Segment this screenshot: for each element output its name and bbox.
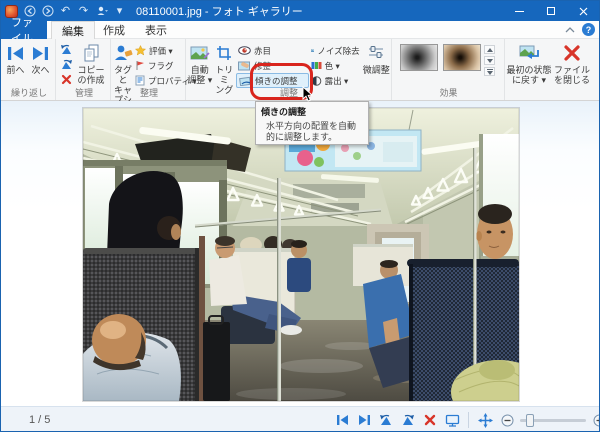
user-menu-icon[interactable]: [95, 5, 108, 18]
tab-view[interactable]: 表示: [135, 21, 177, 39]
auto-adjust-button[interactable]: 自動 調整 ▾: [187, 41, 213, 85]
crop-icon: [216, 41, 233, 65]
color-icon: [311, 61, 322, 70]
effect-blackwhite-thumbnail[interactable]: [400, 44, 438, 71]
effects-scroll-up-icon[interactable]: [484, 45, 495, 54]
status-delete-icon[interactable]: [421, 411, 439, 429]
status-rotate-right-icon[interactable]: [399, 411, 417, 429]
star-icon: [135, 45, 146, 56]
fit-to-window-icon[interactable]: [476, 411, 494, 429]
collapse-ribbon-icon[interactable]: [563, 23, 576, 36]
redo-icon[interactable]: ↷: [77, 5, 90, 18]
previous-button[interactable]: 前へ: [3, 41, 28, 75]
auto-adjust-icon: [190, 41, 210, 65]
rotate-right-icon[interactable]: [58, 57, 74, 72]
properties-icon: [135, 75, 145, 86]
ribbon-group-fileops: 最初の状態 に戻す ▾ ファイル を閉じる: [506, 39, 596, 100]
rotate-left-icon[interactable]: [58, 42, 74, 57]
photo-gallery-window: ↶ ↷ ▾ 08110001.jpg - フォト ギャラリー ファイル 編集 作…: [0, 0, 600, 432]
ribbon-tab-row: ファイル 編集 作成 表示 ?: [1, 21, 599, 39]
status-previous-icon[interactable]: [333, 411, 351, 429]
tab-create[interactable]: 作成: [93, 21, 135, 39]
retouch-icon: [238, 61, 251, 71]
zoom-in-icon[interactable]: [590, 411, 600, 429]
effects-scroll-down-icon[interactable]: [484, 56, 495, 65]
content-area: [1, 101, 599, 406]
flag-icon: [135, 60, 145, 71]
slideshow-icon[interactable]: [443, 411, 461, 429]
noise-removal-icon: [311, 46, 315, 55]
ribbon-group-organize: タグと キャプション ▾ 評価 ▾ フラグ プロパティ ▾: [113, 39, 186, 100]
page-indicator: 1 / 5: [29, 414, 50, 426]
tooltip-body: 水平方向の配置を自動的に調整します。: [256, 119, 362, 143]
effects-scroll: [484, 45, 495, 76]
quick-access-toolbar: ↶ ↷ ▾: [23, 5, 126, 18]
maximize-button[interactable]: [535, 1, 567, 21]
status-rotate-left-icon[interactable]: [377, 411, 395, 429]
make-copy-button[interactable]: コピー の作成: [74, 41, 108, 85]
tooltip-title: 傾きの調整: [256, 102, 368, 119]
photo-train-interior: [83, 108, 519, 401]
window-title: 08110001.jpg - フォト ギャラリー: [136, 3, 303, 19]
group-label-manage: 管理: [58, 86, 110, 99]
close-file-icon: [563, 41, 581, 65]
zoom-out-icon[interactable]: [498, 411, 516, 429]
undo-icon[interactable]: ↶: [59, 5, 72, 18]
ribbon-group-effects: 効果: [393, 39, 505, 100]
tooltip-straighten: 傾きの調整 水平方向の配置を自動的に調整します。: [255, 101, 369, 145]
help-icon[interactable]: ?: [582, 23, 595, 36]
noise-removal-button[interactable]: ノイズ除去: [309, 43, 362, 58]
close-file-button[interactable]: ファイル を閉じる: [552, 41, 592, 85]
copy-icon: [82, 41, 100, 65]
group-label-organize: 整理: [113, 86, 185, 99]
previous-icon: [6, 41, 25, 65]
red-eye-icon: [238, 46, 251, 55]
revert-icon: [518, 41, 540, 65]
ribbon-group-manage: コピー の作成 管理: [58, 39, 111, 100]
ribbon-group-repeat: 前へ 次へ 繰り返し: [3, 39, 56, 100]
close-button[interactable]: [567, 1, 599, 21]
customize-qat-icon[interactable]: ▾: [113, 5, 126, 18]
revert-original-button[interactable]: 最初の状態 に戻す ▾: [506, 41, 552, 85]
fine-tune-button[interactable]: 微調整: [362, 41, 391, 75]
red-eye-button[interactable]: 赤目: [236, 43, 309, 58]
status-next-icon[interactable]: [355, 411, 373, 429]
forward-icon[interactable]: [41, 5, 54, 18]
status-bar: 1 / 5: [1, 406, 599, 432]
zoom-slider[interactable]: [520, 419, 586, 422]
zoom-slider-thumb[interactable]: [526, 414, 534, 427]
group-label-repeat: 繰り返し: [3, 86, 55, 99]
fine-tune-icon: [366, 41, 386, 65]
delete-icon[interactable]: [58, 72, 74, 87]
group-label-effects: 効果: [393, 86, 504, 99]
status-separator: [468, 412, 469, 428]
title-bar: ↶ ↷ ▾ 08110001.jpg - フォト ギャラリー: [1, 1, 599, 21]
person-tag-icon: [113, 41, 133, 65]
tab-edit[interactable]: 編集: [51, 21, 95, 39]
next-button[interactable]: 次へ: [28, 41, 53, 75]
effects-more-icon[interactable]: [484, 67, 495, 76]
effect-sepia-thumbnail[interactable]: [443, 44, 481, 71]
window-controls: [503, 1, 599, 21]
minimize-button[interactable]: [503, 1, 535, 21]
next-icon: [31, 41, 50, 65]
mouse-cursor: [302, 86, 313, 102]
tab-file[interactable]: ファイル: [1, 21, 47, 39]
color-button[interactable]: 色 ▾: [309, 58, 362, 73]
